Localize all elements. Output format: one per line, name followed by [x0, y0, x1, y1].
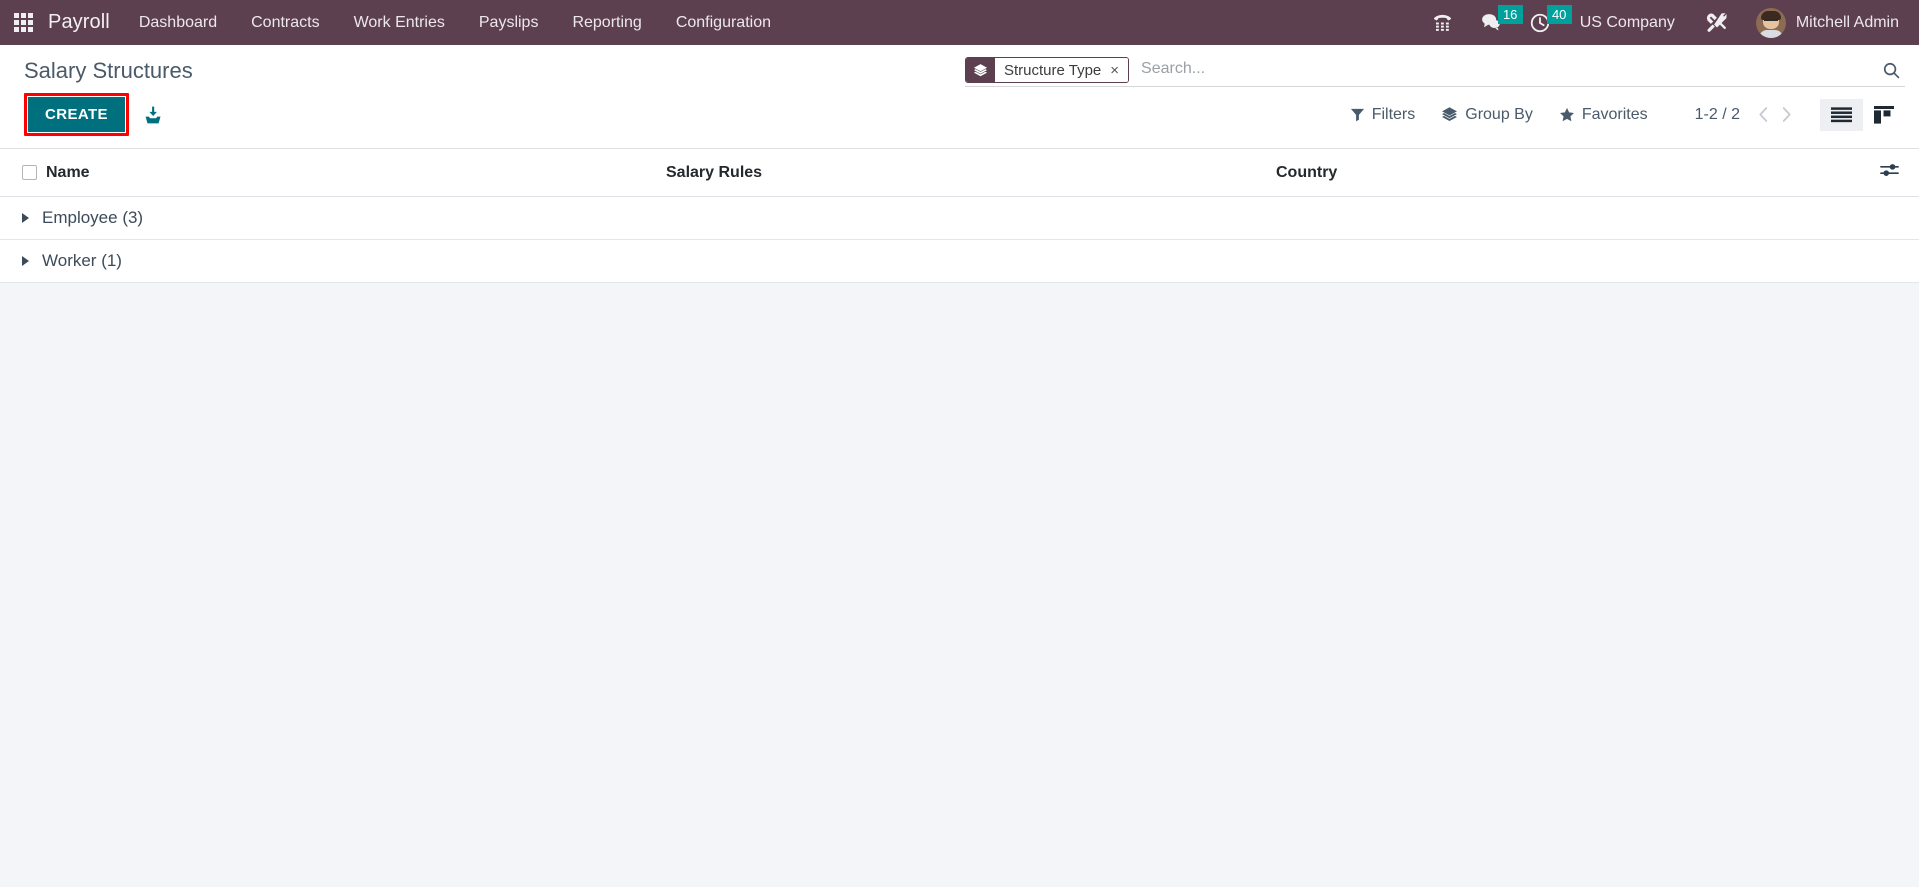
username-label: Mitchell Admin: [1795, 13, 1899, 31]
table-header: Name Salary Rules Country: [0, 149, 1919, 197]
control-panel-bottom-row: CREATE Filters Group By Favorites 1-2 / …: [0, 87, 1919, 148]
chevron-right-icon[interactable]: [1775, 106, 1798, 123]
pager-range: 1-2 / 2: [1694, 105, 1740, 123]
select-all-checkbox[interactable]: [22, 164, 37, 180]
app-body: Salary Structures Structure Type × Searc…: [0, 45, 1919, 887]
pager: 1-2 / 2: [1695, 106, 1798, 124]
table-row[interactable]: Worker (1): [0, 239, 1919, 283]
table-row[interactable]: Employee (3): [0, 196, 1919, 240]
menu-item-reporting[interactable]: Reporting: [555, 0, 658, 45]
salary-structures-table: Name Salary Rules Country Employee (3) W…: [0, 149, 1919, 283]
create-button[interactable]: CREATE: [28, 97, 125, 132]
systray: 16 40 US Company Mitchell Admin: [1418, 0, 1919, 45]
menu-item-contracts[interactable]: Contracts: [234, 0, 336, 45]
empty-sheet-background: [0, 283, 1919, 887]
star-icon: [1559, 107, 1575, 123]
table-header-row: Name Salary Rules Country: [0, 149, 1919, 197]
menu-item-configuration[interactable]: Configuration: [659, 0, 788, 45]
facet-label: Structure Type: [995, 58, 1109, 82]
select-all-cell: [0, 149, 46, 197]
group-label: Employee (3): [42, 208, 144, 227]
group-row-worker[interactable]: Worker (1): [0, 239, 1919, 283]
import-download-icon[interactable]: [143, 105, 163, 125]
optional-columns-cell: [1863, 149, 1919, 197]
messages-menu[interactable]: 16: [1467, 0, 1523, 45]
layers-icon: [966, 58, 995, 82]
column-header-country[interactable]: Country: [1276, 149, 1863, 197]
menu-item-dashboard[interactable]: Dashboard: [122, 0, 234, 45]
layers-icon: [1441, 106, 1458, 123]
search-facet-structure-type[interactable]: Structure Type ×: [965, 57, 1130, 83]
company-switcher[interactable]: US Company: [1564, 14, 1691, 32]
wrench-screwdriver-icon[interactable]: [1691, 0, 1742, 45]
user-menu[interactable]: Mitchell Admin: [1742, 7, 1905, 38]
avatar: [1755, 7, 1786, 38]
group-by-dropdown[interactable]: Group By: [1428, 102, 1546, 128]
column-header-salary-rules[interactable]: Salary Rules: [666, 149, 1276, 197]
search-magnifier-icon[interactable]: [1872, 61, 1905, 80]
chevron-left-icon[interactable]: [1752, 106, 1775, 123]
search-input[interactable]: [1137, 58, 1872, 82]
filters-dropdown[interactable]: Filters: [1337, 102, 1429, 128]
control-panel: Salary Structures Structure Type × Searc…: [0, 45, 1919, 149]
top-navbar: Payroll Dashboard Contracts Work Entries…: [0, 0, 1919, 45]
group-by-label: Group By: [1465, 105, 1533, 123]
group-row-employee[interactable]: Employee (3): [0, 196, 1919, 240]
search-view: Structure Type ×: [965, 57, 1905, 87]
close-icon[interactable]: ×: [1108, 58, 1129, 82]
sliders-toggle-icon[interactable]: [1880, 162, 1899, 178]
chevron-right-icon[interactable]: [22, 255, 29, 266]
apps-grid-icon[interactable]: [0, 0, 46, 45]
favorites-dropdown[interactable]: Favorites: [1546, 102, 1661, 128]
favorites-label: Favorites: [1581, 105, 1648, 123]
activities-counter-badge: 40: [1546, 5, 1572, 24]
menu-item-payslips[interactable]: Payslips: [462, 0, 556, 45]
table-body: Employee (3) Worker (1): [0, 196, 1919, 283]
filter-funnel-icon: [1350, 107, 1365, 122]
menu-item-work-entries[interactable]: Work Entries: [337, 0, 462, 45]
filters-label: Filters: [1371, 105, 1416, 123]
create-button-highlight: CREATE: [24, 93, 129, 136]
control-panel-top-row: Salary Structures Structure Type ×: [0, 45, 1919, 87]
page-title: Salary Structures: [24, 58, 193, 83]
control-panel-right: Filters Group By Favorites 1-2 / 2: [1337, 98, 1905, 131]
view-switcher: [1820, 98, 1905, 131]
column-header-name[interactable]: Name: [46, 149, 666, 197]
dialpad-phone-icon[interactable]: [1418, 0, 1467, 45]
list-view-icon[interactable]: [1820, 98, 1863, 131]
list-view: Name Salary Rules Country Employee (3) W…: [0, 149, 1919, 283]
chevron-right-icon[interactable]: [22, 212, 29, 223]
app-brand-payroll[interactable]: Payroll: [46, 11, 122, 34]
kanban-view-icon[interactable]: [1863, 99, 1905, 131]
activities-menu[interactable]: 40: [1516, 0, 1572, 45]
main-menu: Dashboard Contracts Work Entries Payslip…: [122, 0, 788, 45]
group-label: Worker (1): [42, 251, 122, 270]
